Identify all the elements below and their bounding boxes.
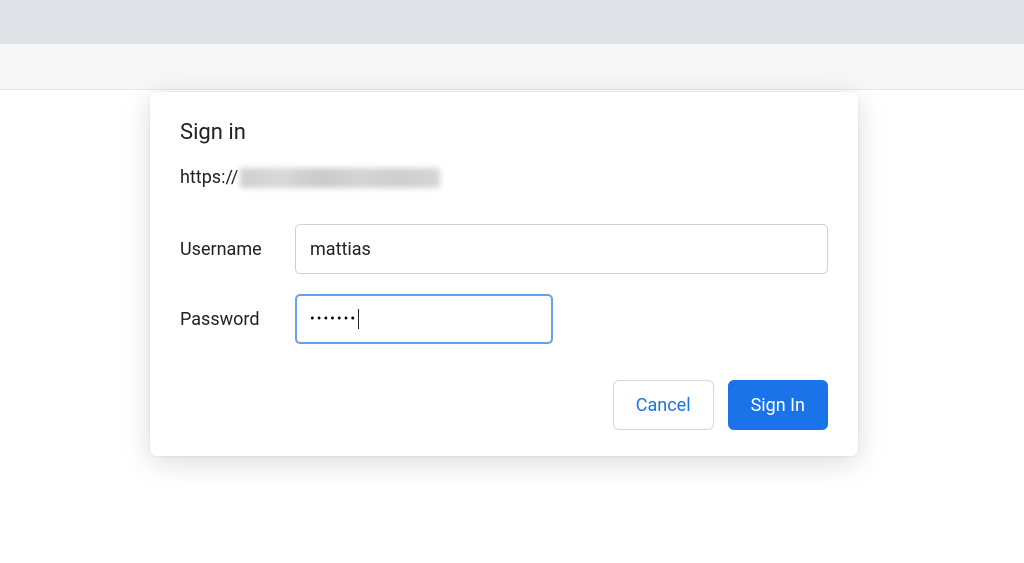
url-host-redacted — [240, 168, 440, 188]
password-input[interactable] — [295, 294, 553, 344]
password-label: Password — [180, 309, 295, 330]
cancel-button[interactable]: Cancel — [613, 380, 714, 430]
username-row: Username — [180, 224, 828, 274]
dialog-buttons: Cancel Sign In — [180, 380, 828, 430]
url-protocol: https:// — [180, 167, 238, 188]
browser-toolbar — [0, 44, 1024, 90]
signin-button[interactable]: Sign In — [728, 380, 828, 430]
dialog-url: https:// — [180, 167, 828, 188]
browser-top-bar — [0, 0, 1024, 44]
dialog-title: Sign in — [180, 120, 828, 145]
auth-dialog: Sign in https:// Username Password •••••… — [150, 92, 858, 456]
username-input[interactable] — [295, 224, 828, 274]
password-row: Password ••••••• — [180, 294, 828, 344]
username-label: Username — [180, 239, 295, 260]
